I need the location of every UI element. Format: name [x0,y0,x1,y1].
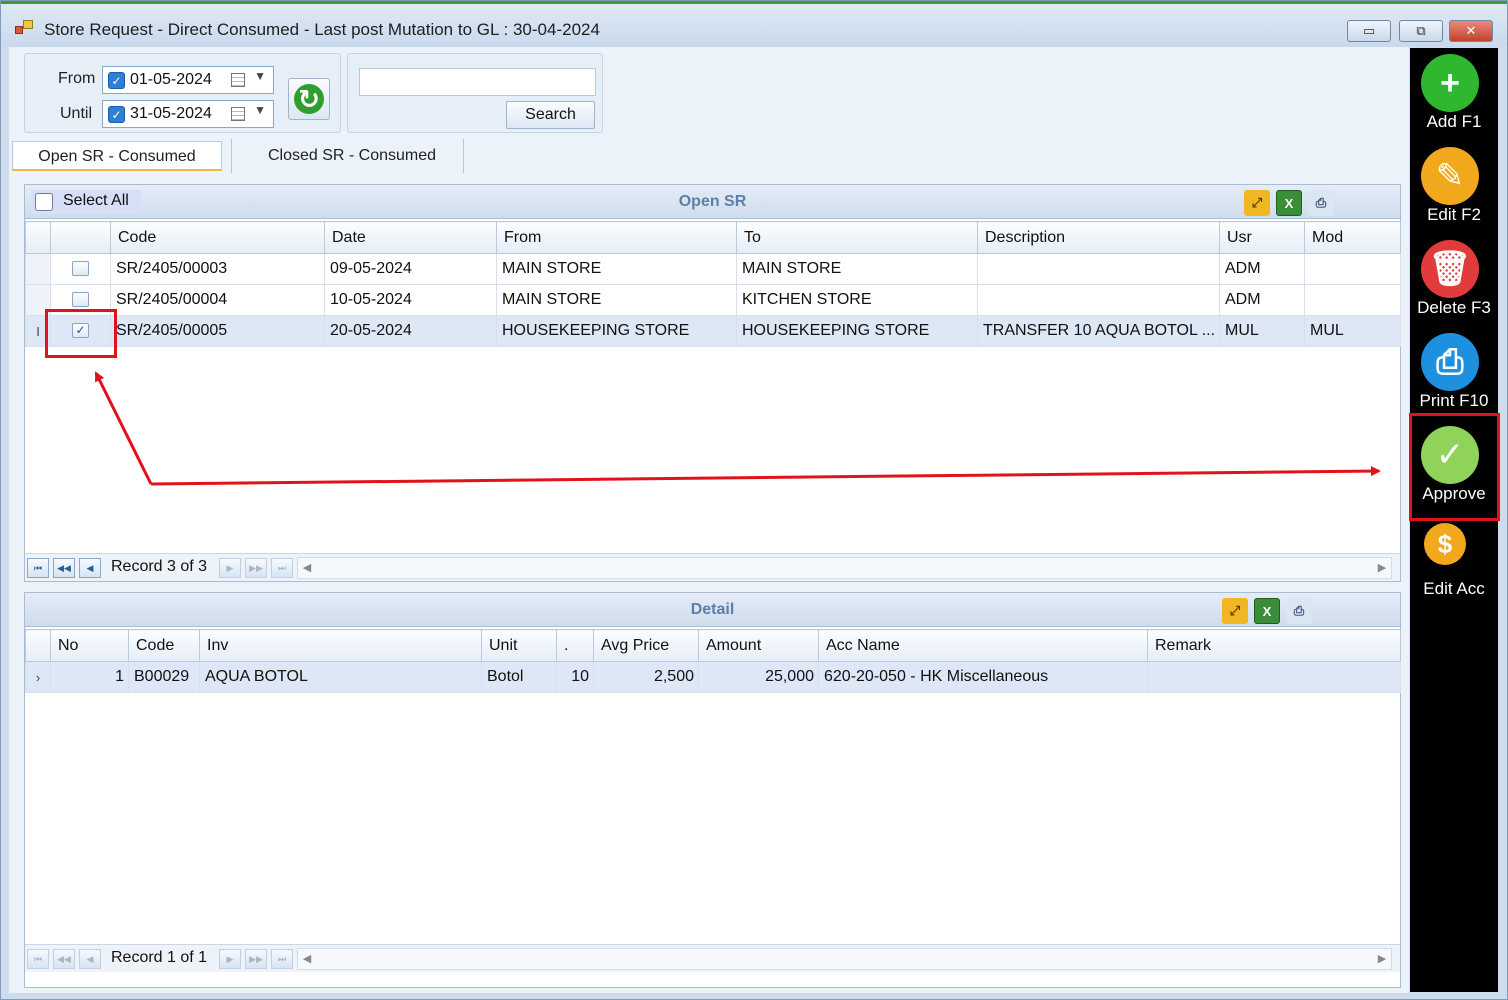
app-window: Store Request - Direct Consumed - Last p… [0,0,1508,1000]
arrow-to-approve [150,466,1381,486]
arrow-to-checkbox [94,371,153,485]
annotation-arrows [94,371,1381,486]
